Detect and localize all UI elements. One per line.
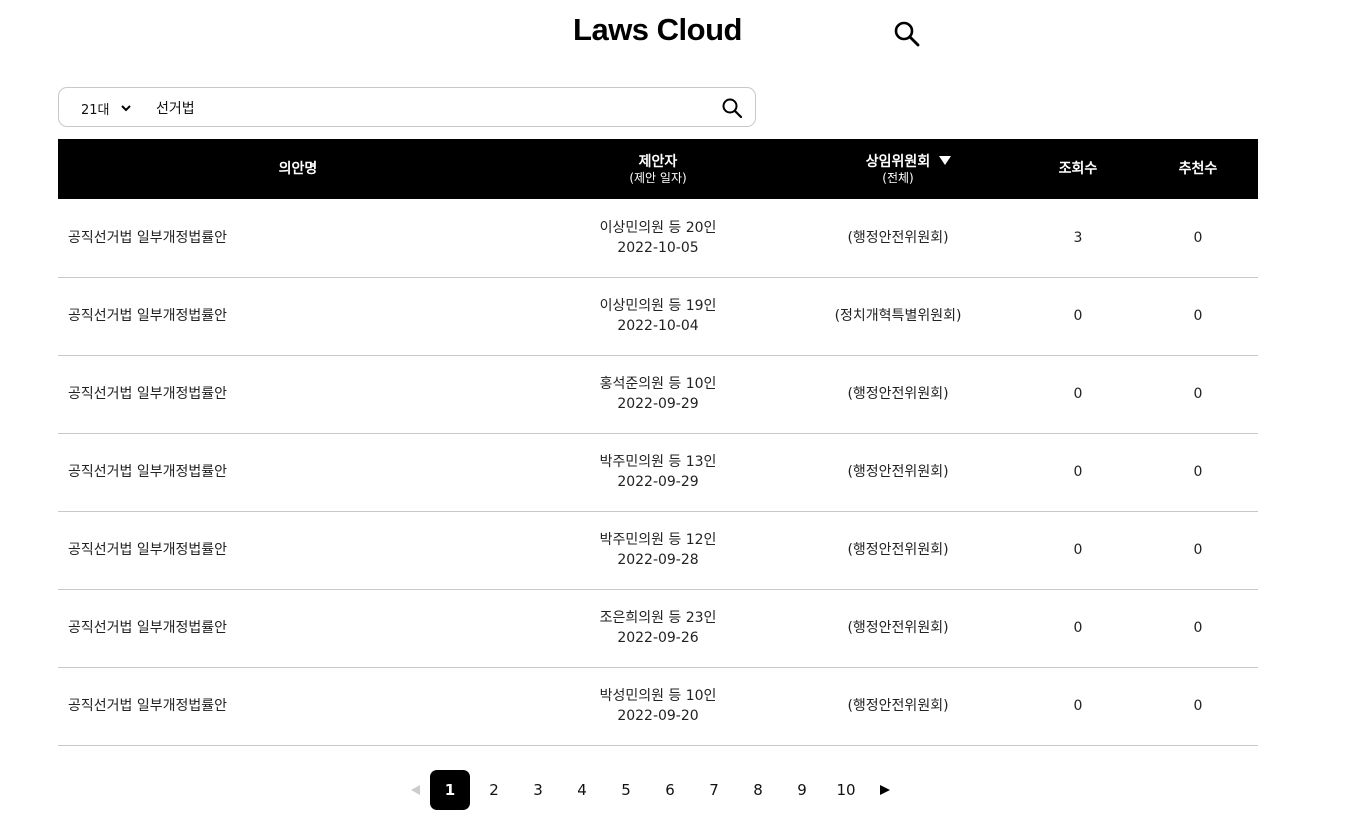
bill-date: 2022-10-04 — [617, 318, 699, 334]
table-row[interactable]: 공직선거법 일부개정법률안 박주민의원 등 13인 2022-09-29 (행정안… — [58, 433, 1258, 511]
bill-date: 2022-09-20 — [617, 708, 699, 724]
app-logo[interactable]: Laws Cloud — [0, 12, 1315, 48]
bill-proposer: 이상민의원 등 20인 — [599, 219, 717, 236]
page-button-10[interactable]: 10 — [826, 770, 866, 810]
bill-likes: 0 — [1193, 464, 1203, 480]
page-button-1[interactable]: 1 — [430, 770, 470, 810]
bill-views: 0 — [1073, 542, 1083, 558]
bill-title[interactable]: 공직선거법 일부개정법률안 — [58, 199, 538, 277]
table-header: 의안명 제안자 (제안 일자) 상임위원회 (전체) 조회수 추천수 — [58, 139, 1258, 199]
page-button-6[interactable]: 6 — [650, 770, 690, 810]
table-row[interactable]: 공직선거법 일부개정법률안 조은희의원 등 23인 2022-09-26 (행정안… — [58, 589, 1258, 667]
bill-title[interactable]: 공직선거법 일부개정법률안 — [58, 433, 538, 511]
column-header-committee-label: 상임위원회 — [865, 154, 931, 170]
bill-likes: 0 — [1193, 698, 1203, 714]
triangle-down-icon[interactable] — [938, 153, 952, 167]
search-input[interactable]: 선거법 — [156, 98, 195, 118]
chevron-down-icon — [120, 105, 131, 112]
bill-committee: (행정안전위원회) — [847, 229, 949, 246]
bill-committee: (행정안전위원회) — [847, 542, 949, 558]
column-header-proposer-sub: (제안 일자) — [629, 171, 687, 185]
bill-proposer-cell: 박주민의원 등 13인 2022-09-29 — [538, 433, 778, 511]
bill-views: 0 — [1073, 308, 1083, 324]
bill-committee: (행정안전위원회) — [847, 386, 949, 402]
page-button-8[interactable]: 8 — [738, 770, 778, 810]
column-header-proposer-label: 제안자 — [638, 154, 678, 170]
page-button-4[interactable]: 4 — [562, 770, 602, 810]
search-bar: 21대 선거법 — [58, 87, 756, 127]
bill-views: 0 — [1073, 386, 1083, 402]
table-row[interactable]: 공직선거법 일부개정법률안 박주민의원 등 12인 2022-09-28 (행정안… — [58, 511, 1258, 589]
table-row[interactable]: 공직선거법 일부개정법률안 홍석준의원 등 10인 2022-09-29 (행정안… — [58, 355, 1258, 433]
bill-title[interactable]: 공직선거법 일부개정법률안 — [58, 511, 538, 589]
bill-proposer: 박성민의원 등 10인 — [599, 688, 717, 704]
bill-views: 0 — [1073, 620, 1083, 636]
search-icon[interactable] — [893, 20, 921, 48]
bill-views: 0 — [1073, 698, 1083, 714]
bill-likes: 0 — [1193, 620, 1203, 636]
table-row[interactable]: 공직선거법 일부개정법률안 박성민의원 등 10인 2022-09-20 (행정안… — [58, 667, 1258, 745]
page-button-9[interactable]: 9 — [782, 770, 822, 810]
page-button-2[interactable]: 2 — [474, 770, 514, 810]
table-row[interactable]: 공직선거법 일부개정법률안 이상민의원 등 19인 2022-10-04 (정치개… — [58, 277, 1258, 355]
column-header-title: 의안명 — [278, 161, 318, 177]
next-page-button[interactable] — [870, 770, 900, 810]
bill-committee: (정치개혁특별위원회) — [834, 308, 962, 324]
bill-proposer-cell: 조은희의원 등 23인 2022-09-26 — [538, 589, 778, 667]
committee-filter[interactable]: 상임위원회 — [865, 153, 952, 171]
bill-likes: 0 — [1193, 308, 1203, 324]
bill-likes: 0 — [1193, 229, 1203, 246]
column-header-committee-sub: (전체) — [882, 171, 914, 185]
search-submit-icon[interactable] — [721, 97, 743, 119]
bill-title[interactable]: 공직선거법 일부개정법률안 — [58, 277, 538, 355]
bill-likes: 0 — [1193, 542, 1203, 558]
bill-date: 2022-09-26 — [617, 630, 699, 646]
page-button-5[interactable]: 5 — [606, 770, 646, 810]
session-select[interactable]: 21대 — [81, 98, 132, 118]
bill-proposer-cell: 이상민의원 등 19인 2022-10-04 — [538, 277, 778, 355]
bills-table: 의안명 제안자 (제안 일자) 상임위원회 (전체) 조회수 추천수 공직선거법… — [58, 139, 1258, 746]
column-header-likes: 추천수 — [1178, 161, 1218, 177]
page-button-7[interactable]: 7 — [694, 770, 734, 810]
bill-proposer: 이상민의원 등 19인 — [599, 298, 717, 314]
bill-committee: (행정안전위원회) — [847, 464, 949, 480]
triangle-right-icon — [880, 785, 890, 795]
bill-proposer: 홍석준의원 등 10인 — [599, 376, 717, 392]
bill-committee: (행정안전위원회) — [847, 698, 949, 714]
page-button-3[interactable]: 3 — [518, 770, 558, 810]
bill-title[interactable]: 공직선거법 일부개정법률안 — [58, 667, 538, 745]
pagination: 1 2 3 4 5 6 7 8 9 10 — [400, 770, 900, 810]
table-row[interactable]: 공직선거법 일부개정법률안 이상민의원 등 20인 2022-10-05 (행정안… — [58, 199, 1258, 277]
bill-committee: (행정안전위원회) — [847, 620, 949, 636]
column-header-proposer: 제안자 (제안 일자) — [538, 139, 778, 199]
header-row: 의안명 제안자 (제안 일자) 상임위원회 (전체) 조회수 추천수 — [58, 139, 1258, 199]
bill-date: 2022-09-28 — [617, 552, 699, 568]
column-header-views: 조회수 — [1058, 161, 1098, 177]
bill-title[interactable]: 공직선거법 일부개정법률안 — [58, 589, 538, 667]
table-body: 공직선거법 일부개정법률안 이상민의원 등 20인 2022-10-05 (행정안… — [58, 199, 1258, 745]
session-select-value: 21대 — [81, 102, 110, 118]
bill-date: 2022-09-29 — [617, 474, 699, 490]
bill-proposer-cell: 이상민의원 등 20인 2022-10-05 — [538, 199, 778, 277]
bill-date: 2022-10-05 — [617, 239, 699, 256]
bill-proposer: 박주민의원 등 12인 — [599, 532, 717, 548]
bill-likes: 0 — [1193, 386, 1203, 402]
bill-title[interactable]: 공직선거법 일부개정법률안 — [58, 355, 538, 433]
bill-proposer-cell: 박주민의원 등 12인 2022-09-28 — [538, 511, 778, 589]
bill-proposer-cell: 박성민의원 등 10인 2022-09-20 — [538, 667, 778, 745]
triangle-left-icon — [411, 785, 420, 795]
bill-proposer: 박주민의원 등 13인 — [599, 454, 717, 470]
column-header-committee[interactable]: 상임위원회 (전체) — [778, 139, 1018, 199]
bill-proposer: 조은희의원 등 23인 — [599, 610, 717, 626]
prev-page-button[interactable] — [400, 770, 430, 810]
bill-date: 2022-09-29 — [617, 396, 699, 412]
app-header: Laws Cloud — [0, 0, 1365, 70]
bill-views: 0 — [1073, 464, 1083, 480]
bill-proposer-cell: 홍석준의원 등 10인 2022-09-29 — [538, 355, 778, 433]
bill-views: 3 — [1073, 229, 1083, 246]
